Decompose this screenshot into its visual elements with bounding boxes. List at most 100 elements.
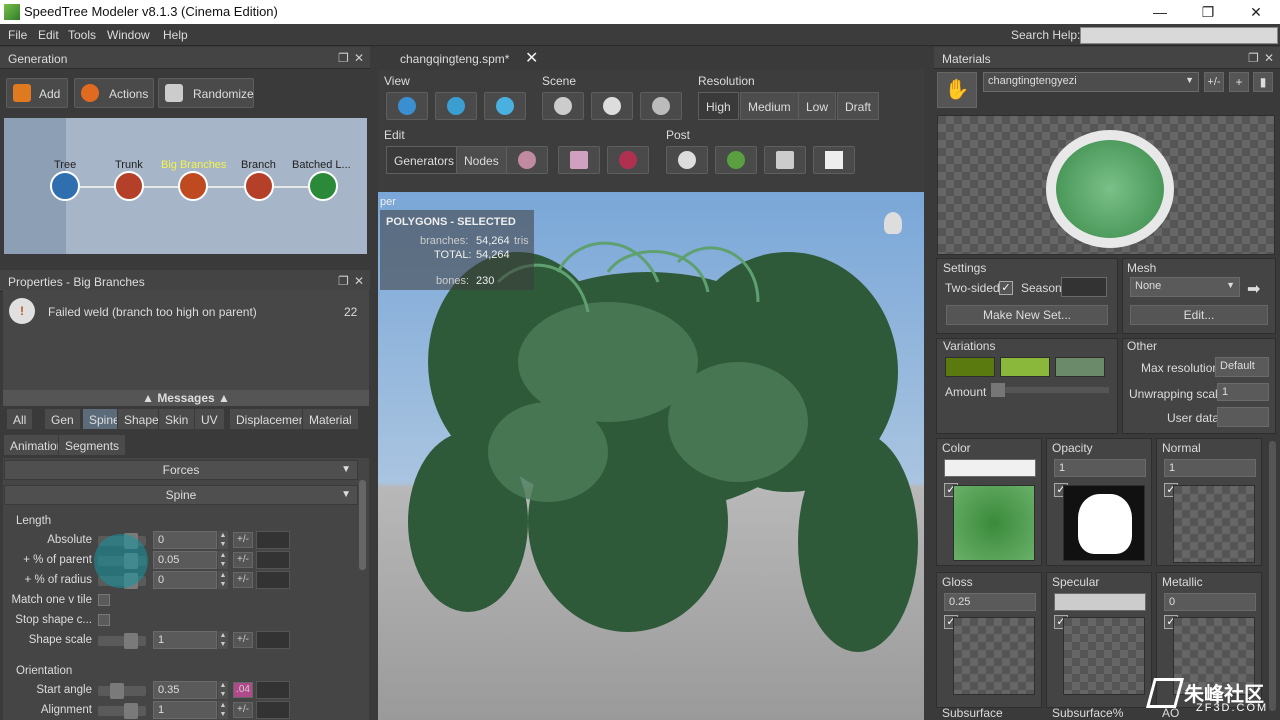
two-sided-checkbox[interactable]: ✓ bbox=[999, 281, 1013, 295]
close-panel-icon[interactable]: ✕ bbox=[354, 274, 364, 288]
amount-slider[interactable] bbox=[991, 383, 1109, 397]
target-button[interactable] bbox=[607, 146, 649, 174]
property-slider[interactable] bbox=[98, 633, 146, 649]
add-material-icon[interactable]: + bbox=[1229, 72, 1249, 92]
hand-tool-icon[interactable]: ✋ bbox=[937, 72, 977, 108]
cluster-button[interactable] bbox=[666, 146, 708, 174]
variance-button[interactable]: +/- bbox=[233, 572, 253, 588]
amount-slider-handle[interactable] bbox=[991, 383, 1005, 397]
menu-help[interactable]: Help bbox=[163, 28, 188, 42]
property-checkbox[interactable] bbox=[98, 614, 110, 626]
material-pm-button[interactable]: +/- bbox=[1204, 72, 1224, 92]
slider-handle[interactable] bbox=[110, 683, 124, 699]
search-input[interactable] bbox=[1080, 27, 1278, 44]
tab-segments[interactable]: Segments bbox=[58, 434, 127, 456]
gloss-texture[interactable] bbox=[953, 617, 1035, 695]
spin-buttons[interactable]: ▲ ▼ bbox=[218, 531, 228, 549]
curve-editor[interactable] bbox=[256, 681, 290, 699]
batched-leaves-node[interactable] bbox=[308, 171, 338, 201]
max-resolution-select[interactable]: Default bbox=[1215, 357, 1269, 377]
3d-viewport[interactable]: per POLYGONS - SELECTED branches: 54,264… bbox=[378, 192, 924, 720]
variance-button[interactable]: +/- bbox=[233, 632, 253, 648]
spine-section[interactable]: Spine ▼ bbox=[4, 485, 358, 505]
close-panel-icon[interactable]: ✕ bbox=[354, 51, 364, 65]
messages-toggle[interactable]: ▲ Messages ▲ bbox=[3, 390, 369, 406]
variance-button[interactable]: .04 bbox=[233, 682, 253, 698]
variation-swatch-2[interactable] bbox=[1000, 357, 1050, 377]
export-button[interactable] bbox=[813, 146, 855, 174]
specular-swatch[interactable] bbox=[1054, 593, 1146, 611]
resolution-low[interactable]: Low bbox=[798, 92, 837, 120]
property-slider[interactable] bbox=[98, 703, 146, 719]
tree-node[interactable] bbox=[50, 171, 80, 201]
delete-material-icon[interactable]: ▮ bbox=[1253, 72, 1273, 92]
generators-mode-button[interactable]: Generators bbox=[386, 146, 463, 174]
property-value-input[interactable]: 1 bbox=[153, 631, 217, 649]
curve-editor[interactable] bbox=[256, 631, 290, 649]
property-slider[interactable] bbox=[98, 683, 146, 699]
tab-material[interactable]: Material bbox=[302, 408, 359, 430]
gloss-input[interactable]: 0.25 bbox=[944, 593, 1036, 611]
variance-button[interactable]: +/- bbox=[233, 532, 253, 548]
tab-skin[interactable]: Skin bbox=[158, 408, 196, 430]
big-branches-node[interactable] bbox=[178, 171, 208, 201]
float-panel-icon[interactable]: ❐ bbox=[338, 274, 349, 288]
properties-scrollbar[interactable] bbox=[359, 480, 366, 570]
mesh-select[interactable]: None ▼ bbox=[1130, 277, 1240, 297]
mesh-edit-button[interactable]: Edit... bbox=[1130, 305, 1268, 325]
randomize-button[interactable]: Randomize bbox=[158, 78, 254, 108]
spin-buttons[interactable]: ▲ ▼ bbox=[218, 631, 228, 649]
wind-button[interactable] bbox=[542, 92, 584, 120]
metallic-input[interactable]: 0 bbox=[1164, 593, 1256, 611]
property-value-input[interactable]: 1 bbox=[153, 701, 217, 719]
opacity-input[interactable]: 1 bbox=[1054, 459, 1146, 477]
resolution-medium[interactable]: Medium bbox=[740, 92, 799, 120]
user-data-input[interactable] bbox=[1217, 407, 1269, 427]
spin-buttons[interactable]: ▲ ▼ bbox=[218, 681, 228, 699]
variation-swatch-1[interactable] bbox=[945, 357, 995, 377]
document-tab[interactable]: changqingteng.spm* bbox=[400, 52, 509, 66]
curve-editor[interactable] bbox=[256, 551, 290, 569]
export-image-button[interactable] bbox=[764, 146, 806, 174]
trunk-node[interactable] bbox=[114, 171, 144, 201]
materials-scrollbar[interactable] bbox=[1269, 441, 1276, 711]
add-node-button[interactable] bbox=[558, 146, 600, 174]
generator-graph[interactable]: Tree Trunk Big Branches Branch Batched L… bbox=[4, 118, 367, 254]
float-panel-icon[interactable]: ❐ bbox=[338, 51, 349, 65]
fan-button[interactable] bbox=[591, 92, 633, 120]
curve-editor[interactable] bbox=[256, 571, 290, 589]
menu-file[interactable]: File bbox=[8, 28, 27, 42]
actions-button[interactable]: Actions bbox=[74, 78, 154, 108]
color-texture[interactable] bbox=[953, 485, 1035, 561]
nodes-mode-button[interactable]: Nodes bbox=[456, 146, 507, 174]
menu-tools[interactable]: Tools bbox=[68, 28, 96, 42]
material-select[interactable]: changtingtengyezi ▼ bbox=[983, 72, 1199, 92]
leaf-button[interactable] bbox=[715, 146, 757, 174]
spin-buttons[interactable]: ▲ ▼ bbox=[218, 551, 228, 569]
light-gizmo-icon[interactable] bbox=[884, 212, 902, 234]
resolution-draft[interactable]: Draft bbox=[837, 92, 880, 120]
color-swatch[interactable] bbox=[944, 459, 1036, 477]
forces-section[interactable]: Forces ▼ bbox=[4, 460, 358, 480]
opacity-texture[interactable] bbox=[1063, 485, 1145, 561]
tab-uv[interactable]: UV bbox=[194, 408, 225, 430]
property-value-input[interactable]: 0 bbox=[153, 531, 217, 549]
spin-buttons[interactable]: ▲ ▼ bbox=[218, 701, 228, 719]
close-panel-icon[interactable]: ✕ bbox=[1264, 51, 1274, 65]
property-checkbox[interactable] bbox=[98, 594, 110, 606]
globe-view-button[interactable] bbox=[386, 92, 428, 120]
menu-edit[interactable]: Edit bbox=[38, 28, 59, 42]
normal-texture[interactable] bbox=[1173, 485, 1255, 563]
curve-editor[interactable] bbox=[256, 531, 290, 549]
curve-editor[interactable] bbox=[256, 701, 290, 719]
unwrapping-scale-input[interactable]: 1 bbox=[1217, 383, 1269, 401]
zoom-view-button[interactable] bbox=[484, 92, 526, 120]
variance-button[interactable]: +/- bbox=[233, 702, 253, 718]
hand-edit-button[interactable] bbox=[506, 146, 548, 174]
close-button[interactable]: ✕ bbox=[1238, 2, 1274, 22]
tab-gen[interactable]: Gen bbox=[44, 408, 81, 430]
make-new-set-button[interactable]: Make New Set... bbox=[946, 305, 1108, 325]
normal-input[interactable]: 1 bbox=[1164, 459, 1256, 477]
minimize-button[interactable]: — bbox=[1142, 2, 1178, 22]
orbit-view-button[interactable] bbox=[435, 92, 477, 120]
